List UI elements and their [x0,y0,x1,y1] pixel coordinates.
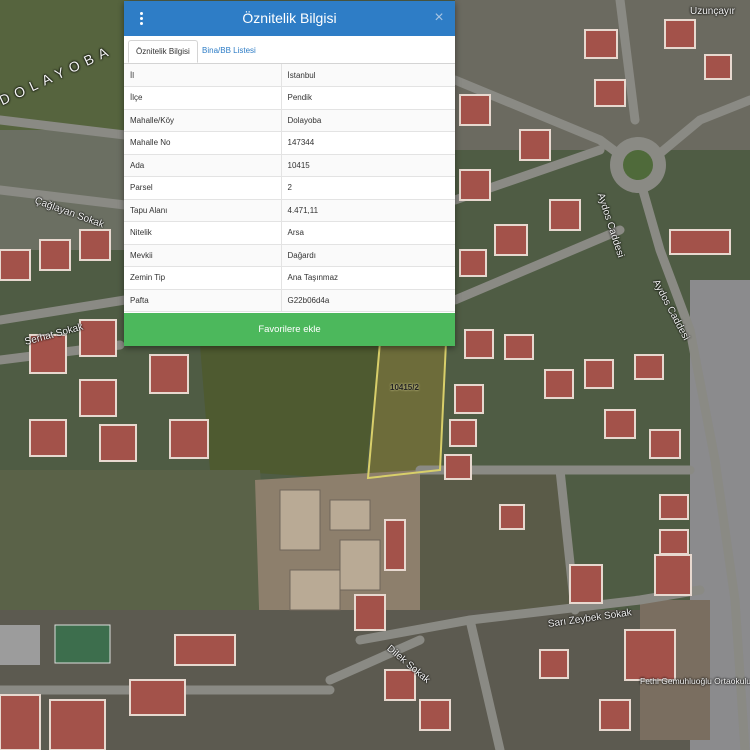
table-row: Nitelik Arsa [124,221,455,245]
attribute-info-panel: Öznitelik Bilgisi × Öznitelik Bilgisi Bi… [124,1,455,346]
table-row: Ada 10415 [124,154,455,177]
row-value: G22b06d4a [281,289,455,312]
row-value: Ana Taşınmaz [281,266,455,290]
row-value: Arsa [281,221,455,245]
tab-attribute-info[interactable]: Öznitelik Bilgisi [128,40,198,63]
row-value: Dolayoba [281,109,455,132]
map-label-uzuncayir: Uzunçayır [690,6,736,17]
table-row: Tapu Alanı 4.471,11 [124,199,455,222]
row-key: İl [124,64,282,87]
row-value: Dağardı [281,244,455,267]
panel-tabs: Öznitelik Bilgisi Bina/BB Listesi [124,36,455,64]
add-to-favorites-button[interactable]: Favorilere ekle [124,313,455,346]
row-key: Nitelik [124,221,282,245]
row-value: 10415 [281,154,455,177]
table-row: Mahalle No 147344 [124,131,455,155]
row-value: 147344 [281,131,455,155]
table-row: Mahalle/Köy Dolayoba [124,109,455,132]
row-key: Mahalle No [124,131,282,155]
panel-header: Öznitelik Bilgisi × [124,1,455,36]
table-row: Pafta G22b06d4a [124,289,455,312]
row-key: Pafta [124,289,282,312]
table-row: Mevkii Dağardı [124,244,455,267]
table-row: İl İstanbul [124,64,455,87]
parcel-map-label: 10415/2 [390,383,419,392]
row-key: Ada [124,154,282,177]
panel-title: Öznitelik Bilgisi [242,10,337,26]
table-row: Zemin Tip Ana Taşınmaz [124,266,455,290]
row-value: 4.471,11 [281,199,455,222]
row-key: Mahalle/Köy [124,109,282,132]
tab-building-list[interactable]: Bina/BB Listesi [195,40,263,63]
table-row: Parsel 2 [124,176,455,200]
row-key: Tapu Alanı [124,199,282,222]
row-key: Mevkii [124,244,282,267]
row-key: Zemin Tip [124,266,282,290]
close-icon[interactable]: × [431,9,447,27]
row-key: Parsel [124,176,282,200]
row-value: 2 [281,176,455,200]
row-value: İstanbul [281,64,455,87]
map-label-school: Fethi Gemuhluoğlu Ortaokulu [640,676,750,686]
row-value: Pendik [281,86,455,110]
table-row: İlçe Pendik [124,86,455,110]
attribute-table: İl İstanbul İlçe Pendik Mahalle/Köy Dolayob… [124,64,455,312]
row-key: İlçe [124,86,282,110]
